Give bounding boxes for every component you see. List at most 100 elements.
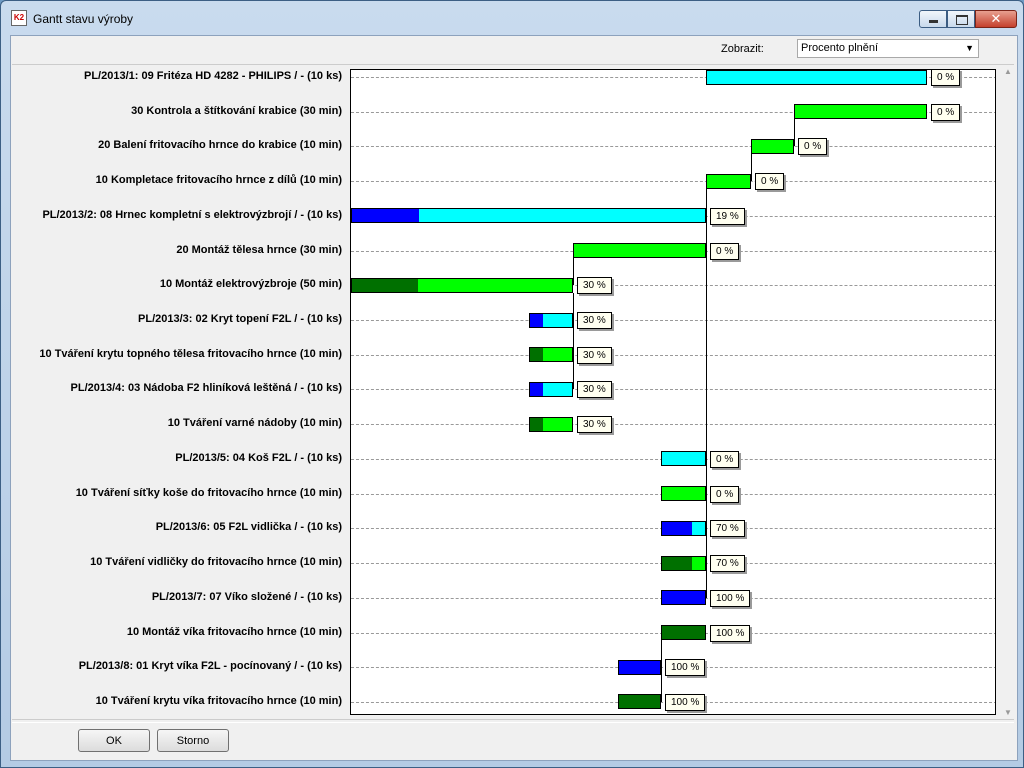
scroll-up-icon[interactable]: ▲: [1002, 67, 1014, 76]
bar-progress-fill: [662, 557, 693, 570]
percent-label: 19 %: [710, 208, 745, 225]
percent-label: 30 %: [577, 416, 612, 433]
operation-bar[interactable]: [618, 694, 661, 709]
operation-bar[interactable]: [529, 347, 573, 362]
bar-progress-fill: [619, 661, 660, 674]
gantt-row-label: PL/2013/1: 09 Fritéza HD 4282 - PHILIPS …: [84, 70, 342, 82]
dependency-connector: [573, 293, 574, 389]
dependency-connector: [751, 154, 752, 181]
dependency-connector: [573, 258, 574, 285]
dropdown-arrow-icon[interactable]: ▼: [965, 40, 974, 57]
order-bar[interactable]: [618, 660, 661, 675]
gantt-panel: PL/2013/1: 09 Fritéza HD 4282 - PHILIPS …: [12, 64, 1014, 720]
percent-label: 70 %: [710, 520, 745, 537]
gantt-row-label: 30 Kontrola a štítkování krabice (30 min…: [131, 104, 342, 117]
gantt-row-label: 10 Kompletace fritovacího hrnce z dílů (…: [95, 174, 342, 187]
gantt-row-label: 10 Tváření síťky koše do fritovacího hrn…: [75, 486, 342, 499]
bar-progress-fill: [530, 348, 543, 361]
operation-bar[interactable]: [529, 417, 573, 432]
gantt-row-label: 10 Tváření varné nádoby (10 min): [167, 417, 342, 430]
order-bar[interactable]: [529, 313, 573, 328]
operation-bar[interactable]: [351, 278, 573, 293]
order-bar[interactable]: [661, 451, 706, 466]
order-bar[interactable]: [661, 590, 706, 605]
percent-label: 0 %: [931, 104, 961, 121]
gantt-gridline: [351, 181, 995, 182]
bar-progress-fill: [662, 591, 705, 604]
gantt-row-label: PL/2013/3: 02 Kryt topení F2L / - (10 ks…: [138, 313, 342, 326]
minimize-icon: [929, 20, 938, 23]
order-bar[interactable]: [351, 208, 706, 223]
gantt-gridline: [351, 389, 995, 390]
minimize-button[interactable]: [919, 10, 947, 28]
percent-label: 100 %: [665, 694, 706, 711]
app-logo-icon: K2: [11, 10, 27, 26]
percent-label: 0 %: [755, 173, 785, 190]
gantt-row-label: PL/2013/4: 03 Nádoba F2 hliníková leštěn…: [70, 382, 342, 395]
bar-progress-fill: [352, 209, 420, 222]
percent-label: 30 %: [577, 277, 612, 294]
maximize-button[interactable]: [947, 10, 975, 28]
percent-label: 100 %: [665, 659, 706, 676]
gantt-row-label: 20 Montáž tělesa hrnce (30 min): [176, 243, 342, 256]
percent-label: 30 %: [577, 312, 612, 329]
operation-bar[interactable]: [661, 556, 706, 571]
gantt-chart-area: 0 % 0 % 0 % 0 % 19 % 0 % 30 % 30 % 30 % 30 % 30 % 0…: [350, 69, 996, 715]
gantt-row-label: 10 Tváření krytu topného tělesa fritovac…: [39, 347, 342, 360]
operation-bar[interactable]: [661, 486, 706, 501]
operation-bar[interactable]: [661, 625, 706, 640]
bar-progress-fill: [530, 418, 543, 431]
gantt-row-label: PL/2013/8: 01 Kryt víka F2L - pocínovaný…: [78, 660, 342, 673]
dependency-connector: [794, 119, 795, 146]
percent-label: 0 %: [710, 243, 740, 260]
gantt-row-label: PL/2013/6: 05 F2L vidlička / - (10 ks): [155, 521, 342, 534]
ok-button[interactable]: OK: [78, 729, 150, 752]
percent-label: 100 %: [710, 625, 751, 642]
percent-label: 0 %: [710, 451, 740, 468]
vertical-scrollbar[interactable]: ▲ ▼: [1002, 65, 1014, 719]
bar-progress-fill: [662, 626, 705, 639]
gantt-row-label: 10 Tváření vidličky do fritovacího hrnce…: [90, 556, 342, 569]
operation-bar[interactable]: [751, 139, 794, 154]
dependency-connector: [661, 640, 662, 702]
dependency-connector: [706, 189, 707, 598]
percent-label: 70 %: [710, 555, 745, 572]
close-button[interactable]: ✕: [975, 10, 1017, 28]
bar-progress-fill: [662, 522, 693, 535]
order-bar[interactable]: [529, 382, 573, 397]
order-bar[interactable]: [661, 521, 706, 536]
gantt-gridline: [351, 424, 995, 425]
gantt-row-label: 10 Tváření krytu víka fritovacího hrnce …: [95, 694, 342, 707]
cancel-button[interactable]: Storno: [157, 729, 229, 752]
gantt-gridline: [351, 146, 995, 147]
gantt-row-label: PL/2013/2: 08 Hrnec kompletní s elektrov…: [42, 208, 342, 221]
bar-progress-fill: [352, 279, 418, 292]
bar-progress-fill: [530, 314, 543, 327]
percent-label: 0 %: [710, 486, 740, 503]
gantt-window: K2 Gantt stavu výroby ✕ Zobrazit: Procen…: [0, 0, 1024, 768]
percent-label: 100 %: [710, 590, 751, 607]
order-bar[interactable]: [706, 70, 927, 85]
gantt-row-label: 20 Balení fritovacího hrnce do krabice (…: [98, 139, 342, 152]
gantt-row-label: 10 Montáž elektrovýzbroje (50 min): [159, 278, 342, 291]
operation-bar[interactable]: [706, 174, 751, 189]
close-icon: ✕: [990, 11, 1002, 26]
gantt-row-label: PL/2013/5: 04 Koš F2L / - (10 ks): [175, 451, 342, 464]
gantt-row-label: PL/2013/7: 07 Víko složené / - (10 ks): [151, 590, 342, 603]
operation-bar[interactable]: [794, 104, 927, 119]
gantt-gridline: [351, 320, 995, 321]
title-bar[interactable]: K2 Gantt stavu výroby ✕: [1, 1, 1023, 35]
gantt-gridline: [351, 355, 995, 356]
maximize-icon: [956, 15, 968, 25]
operation-bar[interactable]: [573, 243, 706, 258]
show-select[interactable]: Procento plnění ▼: [797, 39, 979, 58]
bar-progress-fill: [530, 383, 543, 396]
percent-label: 0 %: [798, 138, 828, 155]
percent-label: 30 %: [577, 347, 612, 364]
scroll-down-icon[interactable]: ▼: [1002, 708, 1014, 717]
show-select-value: Procento plnění: [801, 42, 879, 54]
bar-progress-fill: [619, 695, 660, 708]
dialog-buttons: OK Storno: [12, 722, 1014, 759]
show-label: Zobrazit:: [721, 43, 764, 55]
percent-label: 30 %: [577, 381, 612, 398]
